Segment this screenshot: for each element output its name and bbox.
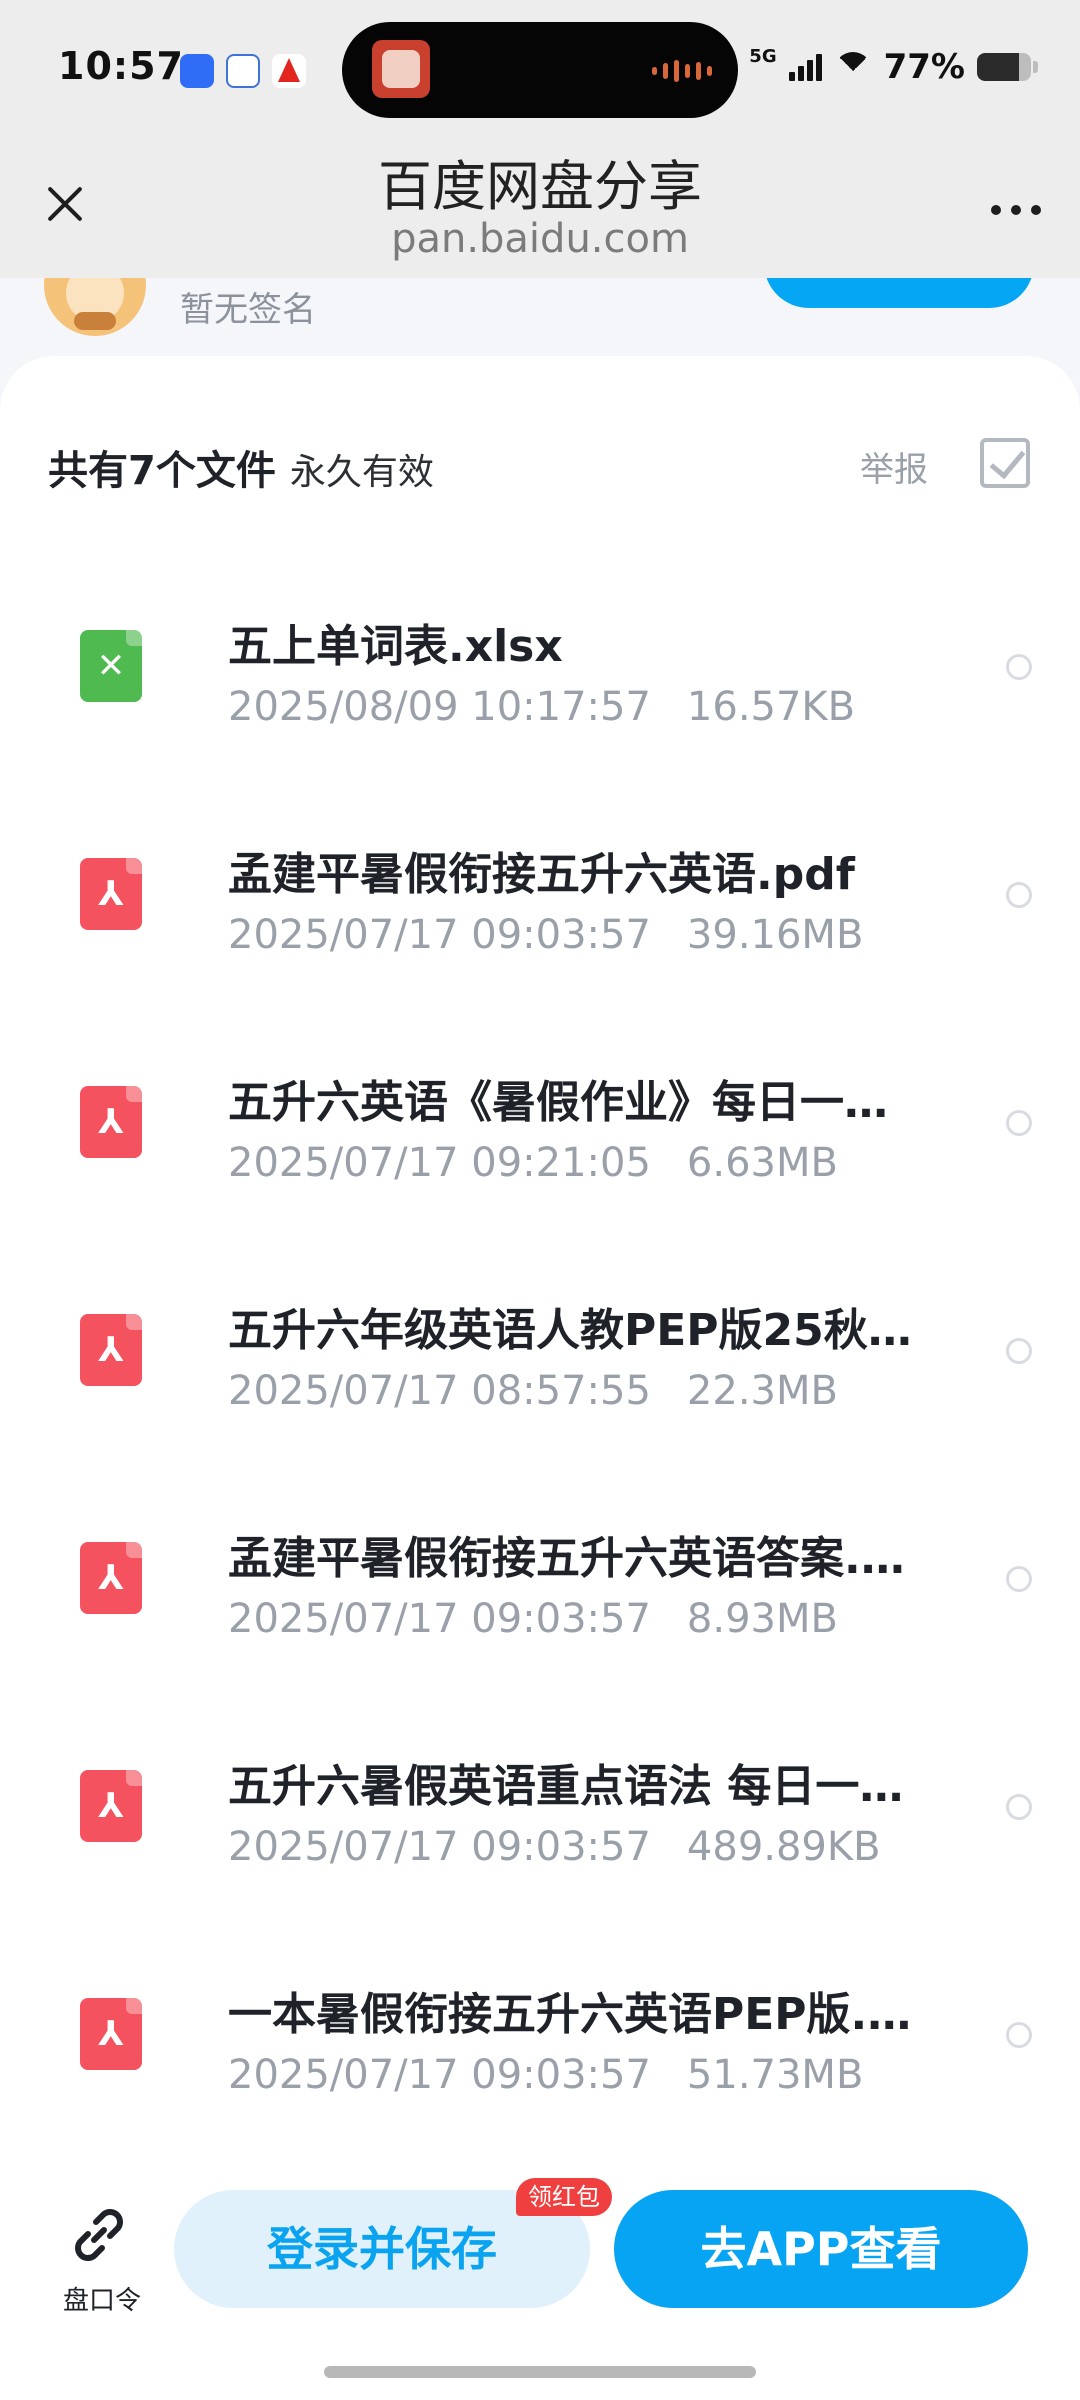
file-row[interactable]: ⅄ 孟建平暑假衔接五升六英语答案.… 2025/07/17 09:03:57 8.… bbox=[0, 1492, 1080, 1720]
sharer-info: 暂无签名 bbox=[0, 278, 1080, 368]
file-summary: 共有7个文件 永久有效 bbox=[48, 438, 434, 496]
audio-wave-icon bbox=[652, 60, 712, 82]
file-meta: 2025/07/17 08:57:55 22.3MB bbox=[228, 1368, 838, 1414]
file-row[interactable]: ⅄ 五升六年级英语人教PEP版25秋… 2025/07/17 08:57:55 2… bbox=[0, 1264, 1080, 1492]
file-meta: 2025/07/17 09:21:05 6.63MB bbox=[228, 1140, 838, 1186]
pdf-file-icon: ⅄ bbox=[80, 1086, 142, 1158]
file-meta: 2025/08/09 10:17:57 16.57KB bbox=[228, 684, 855, 730]
file-date: 2025/08/09 10:17:57 bbox=[228, 684, 651, 730]
file-row[interactable]: ⅄ 一本暑假衔接五升六英语PEP版.pdf 2025/07/17 09:03:5… bbox=[0, 1948, 1080, 2176]
network-type: 5G bbox=[749, 46, 777, 67]
follow-button[interactable] bbox=[764, 278, 1034, 308]
status-time: 10:57 bbox=[58, 44, 184, 88]
file-date: 2025/07/17 09:21:05 bbox=[228, 1140, 651, 1186]
sharer-signature: 暂无签名 bbox=[180, 290, 316, 330]
bottom-action-bar: 盘口令 登录并保存 领红包 去APP查看 bbox=[0, 2160, 1080, 2400]
file-size: 39.16MB bbox=[686, 912, 864, 958]
file-name: 孟建平暑假衔接五升六英语.pdf bbox=[228, 849, 855, 900]
link-command-button[interactable]: 盘口令 bbox=[42, 2200, 162, 2320]
link-command-label: 盘口令 bbox=[62, 2286, 141, 2316]
file-name: 五上单词表.xlsx bbox=[228, 621, 563, 672]
select-radio[interactable] bbox=[1006, 2022, 1032, 2048]
page-title: 百度网盘分享 bbox=[378, 155, 702, 218]
notification-app-icon bbox=[226, 54, 260, 88]
select-radio[interactable] bbox=[1006, 654, 1032, 680]
battery-percent: 77% bbox=[883, 46, 965, 87]
open-in-app-button[interactable]: 去APP查看 bbox=[614, 2190, 1028, 2308]
avatar[interactable] bbox=[44, 278, 146, 336]
select-radio[interactable] bbox=[1006, 882, 1032, 908]
file-list: ✕ 五上单词表.xlsx 2025/08/09 10:17:57 16.57KB … bbox=[0, 580, 1080, 2176]
file-name: 五升六英语《暑假作业》每日一… bbox=[228, 1077, 888, 1128]
red-packet-badge: 领红包 bbox=[516, 2178, 612, 2216]
file-row[interactable]: ⅄ 五升六暑假英语重点语法 每日一… 2025/07/17 09:03:57 48… bbox=[0, 1720, 1080, 1948]
wifi-icon bbox=[833, 51, 872, 82]
status-bar: 10:57 5G 77% bbox=[0, 0, 1080, 140]
file-count: 共有7个文件 bbox=[48, 448, 276, 494]
excel-file-icon: ✕ bbox=[80, 630, 142, 702]
select-radio[interactable] bbox=[1006, 1794, 1032, 1820]
battery-tip bbox=[1033, 60, 1038, 73]
file-size: 8.93MB bbox=[686, 1596, 838, 1642]
select-radio[interactable] bbox=[1006, 1338, 1032, 1364]
file-size: 6.63MB bbox=[686, 1140, 838, 1186]
notification-app-icon bbox=[180, 54, 214, 88]
validity-label: 永久有效 bbox=[289, 452, 434, 493]
file-date: 2025/07/17 09:03:57 bbox=[228, 2052, 651, 2098]
checkbox-icon[interactable] bbox=[980, 438, 1030, 488]
file-name: 五升六暑假英语重点语法 每日一… bbox=[228, 1761, 904, 1812]
file-size: 22.3MB bbox=[686, 1368, 838, 1414]
more-icon[interactable] bbox=[976, 190, 1056, 230]
pdf-file-icon: ⅄ bbox=[80, 858, 142, 930]
battery-fill bbox=[977, 52, 1019, 81]
page-url: pan.baidu.com bbox=[391, 216, 689, 262]
file-size: 16.57KB bbox=[686, 684, 856, 730]
file-row[interactable]: ✕ 五上单词表.xlsx 2025/08/09 10:17:57 16.57KB bbox=[0, 580, 1080, 808]
file-meta: 2025/07/17 09:03:57 489.89KB bbox=[228, 1824, 881, 1870]
select-radio[interactable] bbox=[1006, 1110, 1032, 1136]
battery-icon bbox=[977, 52, 1031, 81]
file-size: 51.73MB bbox=[686, 2052, 864, 2098]
link-icon bbox=[75, 2209, 123, 2261]
pdf-file-icon: ⅄ bbox=[80, 1998, 142, 2070]
title-bar: 百度网盘分享 pan.baidu.com bbox=[0, 140, 1080, 278]
home-indicator[interactable] bbox=[324, 2366, 756, 2378]
report-link[interactable]: 举报 bbox=[860, 442, 928, 491]
file-name: 孟建平暑假衔接五升六英语答案.… bbox=[228, 1533, 905, 1584]
pdf-file-icon: ⅄ bbox=[80, 1542, 142, 1614]
media-thumbnail-icon bbox=[372, 40, 430, 98]
pdf-file-icon: ⅄ bbox=[80, 1770, 142, 1842]
status-indicators: 5G 77% bbox=[749, 46, 1038, 87]
file-list-card: 共有7个文件 永久有效 举报 ✕ 五上单词表.xlsx 2025/08/09 1… bbox=[0, 356, 1080, 2400]
file-date: 2025/07/17 09:03:57 bbox=[228, 1824, 651, 1870]
file-row[interactable]: ⅄ 孟建平暑假衔接五升六英语.pdf 2025/07/17 09:03:57 39… bbox=[0, 808, 1080, 1036]
file-name: 五升六年级英语人教PEP版25秋… bbox=[228, 1305, 912, 1356]
file-name: 一本暑假衔接五升六英语PEP版.pdf bbox=[228, 1989, 928, 2040]
pdf-file-icon: ⅄ bbox=[80, 1314, 142, 1386]
dynamic-island[interactable] bbox=[342, 22, 738, 118]
file-date: 2025/07/17 09:03:57 bbox=[228, 1596, 651, 1642]
file-date: 2025/07/17 08:57:55 bbox=[228, 1368, 651, 1414]
file-meta: 2025/07/17 09:03:57 8.93MB bbox=[228, 1596, 838, 1642]
file-date: 2025/07/17 09:03:57 bbox=[228, 912, 651, 958]
file-size: 489.89KB bbox=[686, 1824, 881, 1870]
cellular-signal-icon bbox=[788, 53, 822, 81]
file-row[interactable]: ⅄ 五升六英语《暑假作业》每日一… 2025/07/17 09:21:05 6.6… bbox=[0, 1036, 1080, 1264]
file-meta: 2025/07/17 09:03:57 39.16MB bbox=[228, 912, 863, 958]
select-radio[interactable] bbox=[1006, 1566, 1032, 1592]
file-meta: 2025/07/17 09:03:57 51.73MB bbox=[228, 2052, 863, 2098]
notification-app-icon bbox=[272, 54, 306, 88]
